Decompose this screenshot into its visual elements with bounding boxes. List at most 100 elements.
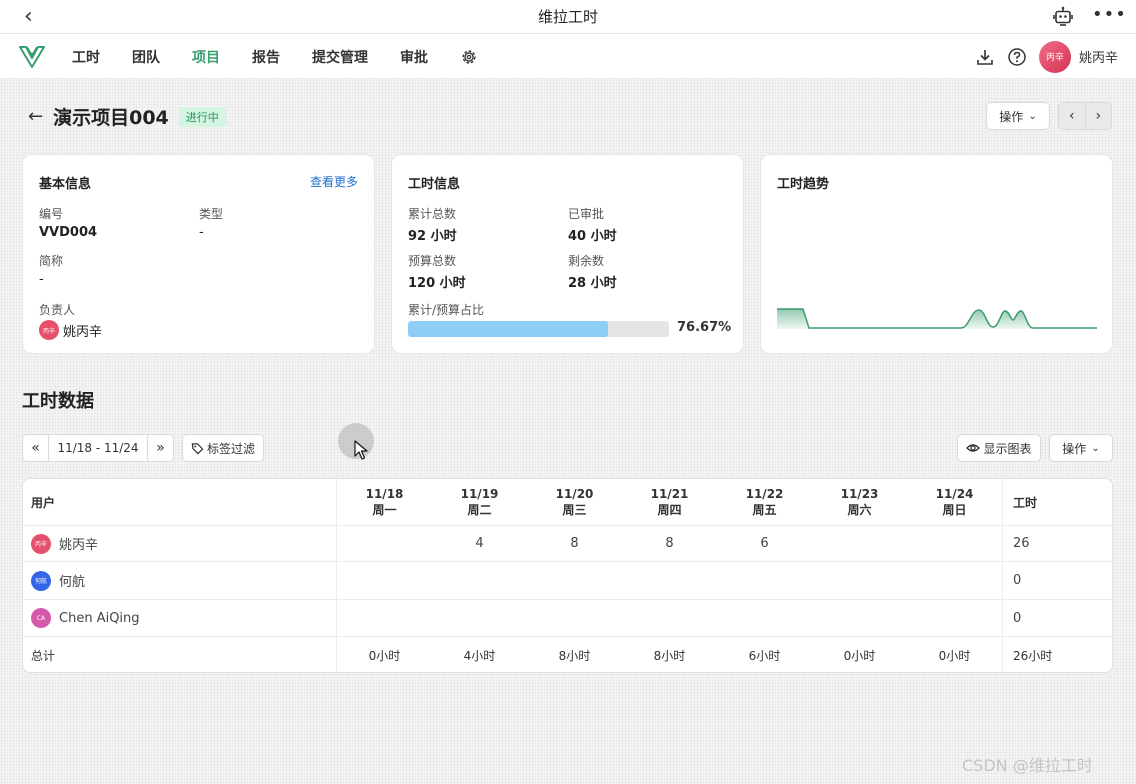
- main-content: ← 演示项目004 进行中 操作 ⌄ ‹ › 基本信息 查看更多 编号 VVD0…: [0, 79, 1136, 784]
- hours-cell[interactable]: [907, 562, 1002, 599]
- card-title: 基本信息: [39, 177, 92, 192]
- hours-table: 用户 11/18 周一 11/19 周二 11/20 周三 11/21 周四 11/22…: [22, 478, 1113, 673]
- code-value: VVD004: [39, 225, 98, 240]
- owner: 丙辛 姚丙辛: [39, 320, 102, 340]
- date-range-value[interactable]: 11/18 - 11/24: [49, 435, 147, 461]
- ratio-progress-bar: [408, 321, 669, 337]
- back-icon[interactable]: ‹: [24, 4, 33, 29]
- day-date: 11/24: [935, 487, 974, 501]
- section-title: 工时数据: [22, 391, 94, 412]
- day-total: 0小时: [368, 649, 401, 663]
- chevron-down-icon: ⌄: [1091, 442, 1100, 454]
- tag-filter-button[interactable]: 标签过滤: [182, 434, 264, 462]
- day-total: 4小时: [463, 649, 496, 663]
- hours-cell[interactable]: [717, 600, 812, 636]
- hours-cell[interactable]: [907, 526, 1002, 561]
- day-header: 11/18 周一: [337, 479, 432, 525]
- header-actions: 操作 ⌄ ‹ ›: [986, 102, 1112, 130]
- table-operations-button[interactable]: 操作 ⌄: [1049, 434, 1113, 462]
- total-label: 总计: [23, 637, 337, 672]
- mouse-cursor-icon: [354, 440, 368, 460]
- remaining-value: 28 小时: [568, 276, 617, 291]
- operations-label: 操作: [999, 109, 1024, 124]
- alias-value: -: [39, 272, 44, 287]
- day-weekday: 周五: [752, 503, 777, 517]
- help-icon[interactable]: [1007, 47, 1027, 67]
- download-icon[interactable]: [975, 47, 995, 67]
- remaining-label: 剩余数: [568, 254, 605, 268]
- prev-week-icon[interactable]: «: [23, 435, 49, 461]
- day-header: 11/23 周六: [812, 479, 907, 525]
- row-total: 0: [1002, 600, 1112, 636]
- day-weekday: 周日: [942, 503, 967, 517]
- app-logo[interactable]: [18, 42, 46, 70]
- avatar: CA: [31, 608, 51, 628]
- hours-cell[interactable]: [622, 562, 717, 599]
- hours-cell[interactable]: [432, 600, 527, 636]
- approved-label: 已审批: [568, 207, 605, 221]
- table-row[interactable]: 何航 何航 0: [23, 562, 1112, 600]
- user-column-header: 用户: [23, 479, 337, 525]
- total-hours-value: 92 小时: [408, 229, 457, 244]
- back-arrow-icon[interactable]: ←: [28, 106, 43, 127]
- budget-label: 预算总数: [408, 254, 457, 268]
- nav-item-approval[interactable]: 审批: [400, 47, 428, 67]
- gear-icon[interactable]: [460, 48, 478, 66]
- card-title: 工时趋势: [777, 177, 830, 192]
- user-avatar[interactable]: 丙辛: [1038, 40, 1071, 73]
- hours-cell[interactable]: [622, 600, 717, 636]
- hours-cell[interactable]: [907, 600, 1002, 636]
- hours-info-card: 工时信息 累计总数 92 小时 已审批 40 小时 预算总数 120 小时 剩余…: [391, 154, 744, 354]
- trend-line: [777, 308, 1097, 329]
- page-title: 演示项目004: [53, 107, 169, 129]
- hours-cell[interactable]: [812, 526, 907, 561]
- hours-cell[interactable]: [717, 562, 812, 599]
- robot-icon[interactable]: [1052, 6, 1074, 28]
- next-project-icon[interactable]: ›: [1086, 103, 1112, 129]
- view-more-link[interactable]: 查看更多: [310, 173, 358, 190]
- window-titlebar: ‹ 维拉工时 •••: [0, 0, 1136, 34]
- table-toolbar-right: 显示图表 操作 ⌄: [957, 434, 1113, 462]
- hours-cell[interactable]: [527, 600, 622, 636]
- hours-cell[interactable]: [337, 600, 432, 636]
- nav-item-projects[interactable]: 项目: [192, 47, 220, 67]
- hours-cell[interactable]: [812, 562, 907, 599]
- status-badge: 进行中: [178, 106, 226, 127]
- table-row[interactable]: CA Chen AiQing 0: [23, 600, 1112, 637]
- day-header: 11/24 周日: [907, 479, 1002, 525]
- tag-icon: [191, 442, 204, 454]
- hours-trend-card: 工时趋势: [760, 154, 1113, 354]
- nav-item-hours[interactable]: 工时: [72, 47, 100, 67]
- operations-button[interactable]: 操作 ⌄: [986, 102, 1050, 130]
- alias-label: 简称: [39, 254, 64, 268]
- date-range-picker: « 11/18 - 11/24 »: [22, 434, 174, 462]
- day-date: 11/18: [365, 487, 404, 501]
- type-label: 类型: [199, 207, 224, 221]
- hours-cell[interactable]: 8: [527, 526, 622, 561]
- hours-cell[interactable]: [812, 600, 907, 636]
- day-total: 0小时: [938, 649, 971, 663]
- day-header: 11/22 周五: [717, 479, 812, 525]
- row-total: 26: [1002, 526, 1112, 561]
- nav-item-submissions[interactable]: 提交管理: [312, 47, 368, 67]
- ratio-percent: 76.67%: [677, 320, 732, 335]
- trend-sparkline: [777, 308, 1097, 329]
- more-horizontal-icon[interactable]: •••: [1092, 4, 1127, 25]
- hours-cell[interactable]: [337, 562, 432, 599]
- show-chart-button[interactable]: 显示图表: [957, 434, 1041, 462]
- hours-cell[interactable]: 4: [432, 526, 527, 561]
- hours-cell[interactable]: [337, 526, 432, 561]
- user-name[interactable]: 姚丙辛: [1079, 47, 1118, 66]
- nav-item-team[interactable]: 团队: [132, 47, 160, 67]
- hours-cell[interactable]: [527, 562, 622, 599]
- hours-cell[interactable]: [432, 562, 527, 599]
- trend-area: [777, 309, 1097, 329]
- next-week-icon[interactable]: »: [147, 435, 173, 461]
- hours-cell[interactable]: 8: [622, 526, 717, 561]
- nav-item-reports[interactable]: 报告: [252, 47, 280, 67]
- table-row[interactable]: 丙辛 姚丙辛 4 8 8 6 26: [23, 526, 1112, 562]
- main-navbar: 工时 团队 项目 报告 提交管理 审批 丙辛 姚丙辛: [0, 34, 1136, 79]
- hours-cell[interactable]: 6: [717, 526, 812, 561]
- grand-total: 26小时: [1002, 637, 1112, 672]
- prev-project-icon[interactable]: ‹: [1059, 103, 1086, 129]
